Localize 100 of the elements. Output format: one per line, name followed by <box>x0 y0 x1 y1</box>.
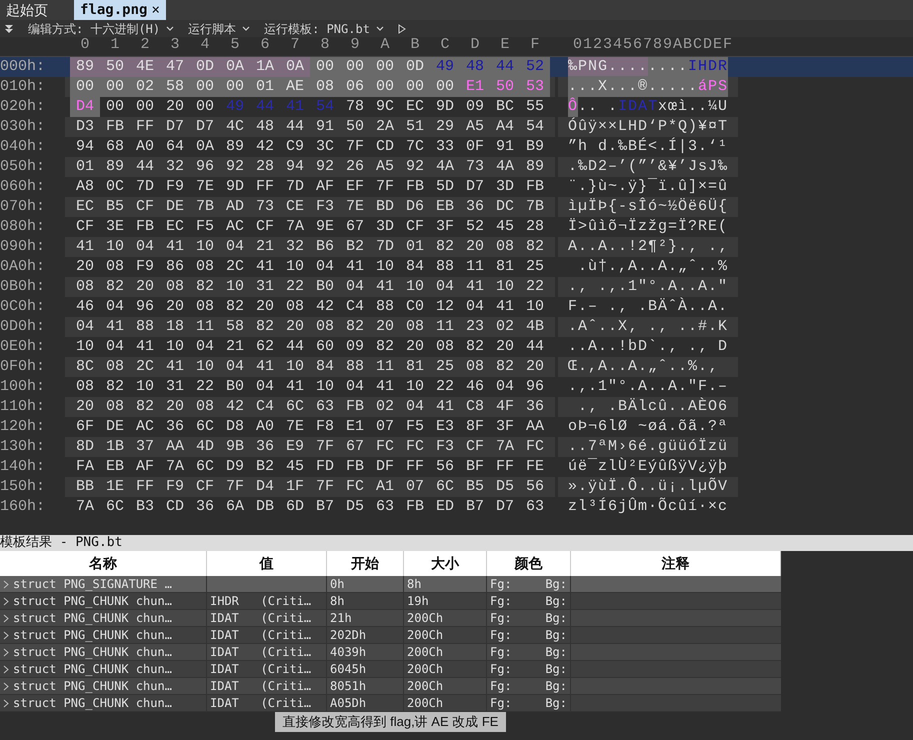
hex-byte: F3 <box>314 196 335 217</box>
hex-byte: 53 <box>524 76 545 97</box>
hex-byte: DE <box>104 416 125 437</box>
hex-byte: 44 <box>284 116 305 137</box>
table-cell-text: struct PNG_CHUNK chun… <box>13 610 172 627</box>
hex-byte: 1B <box>104 436 125 457</box>
table-row[interactable]: struct PNG_CHUNK chun… IDAT (Criti… 4039h 200Ch Fg: Bg: <box>0 644 781 661</box>
hex-byte: 41 <box>254 356 275 377</box>
tab[interactable]: 起始页 <box>0 0 54 20</box>
column-label: B <box>409 34 420 54</box>
hex-byte: 32 <box>164 156 185 177</box>
table-row[interactable]: struct PNG_CHUNK chun… IHDR (Criti… 8h 19h Fg: Bg: <box>0 593 781 610</box>
hex-byte: 04 <box>344 376 365 397</box>
hex-byte: F5 <box>404 416 425 437</box>
hex-byte: 36 <box>164 416 185 437</box>
table-cell-text: struct PNG_CHUNK chun… <box>13 644 172 661</box>
hex-byte: 4F <box>494 396 515 417</box>
hex-byte: 08 <box>74 376 95 397</box>
hex-byte: 0F <box>464 136 485 157</box>
hex-byte: 41 <box>284 96 305 117</box>
table-row[interactable]: struct PNG_SIGNATURE … 0h 8h Fg: Bg: <box>0 576 781 593</box>
hex-byte: CF <box>74 216 95 237</box>
hex-byte: 20 <box>74 396 95 417</box>
hex-byte: EB <box>434 196 455 217</box>
hex-byte: D9 <box>224 456 245 477</box>
hex-byte: 22 <box>524 276 545 297</box>
hex-byte: 8F <box>464 416 485 437</box>
hex-byte: A0 <box>134 136 155 157</box>
hex-byte: 44 <box>524 336 545 357</box>
hex-byte: 73 <box>464 156 485 177</box>
close-icon[interactable]: × <box>151 0 160 20</box>
hex-byte: 20 <box>164 296 185 317</box>
hex-byte: 00 <box>104 76 125 97</box>
table-row[interactable]: struct PNG_CHUNK chun… IDAT (Criti… A05Dh 200Ch Fg: Bg: <box>0 695 781 712</box>
hex-byte: 00 <box>134 96 155 117</box>
table-cell: 200Ch <box>407 696 444 710</box>
column-label: 0 <box>79 34 90 54</box>
hex-byte: 44 <box>494 57 515 77</box>
table-cell: 8h <box>330 594 344 608</box>
hex-byte: 56 <box>524 476 545 497</box>
hex-byte: 10 <box>404 276 425 297</box>
hex-byte: 08 <box>164 276 185 297</box>
hex-byte: 96 <box>134 296 155 317</box>
hex-byte: 92 <box>314 156 335 177</box>
hex-byte: B9 <box>524 136 545 157</box>
hex-byte: 82 <box>434 236 455 257</box>
hex-byte: C4 <box>254 396 275 417</box>
column-label: A <box>379 34 390 54</box>
table-row[interactable]: struct PNG_CHUNK chun… IDAT (Criti… 6045h 200Ch Fg: Bg: <box>0 661 781 678</box>
hex-byte: 20 <box>374 316 395 337</box>
ascii-text: .... <box>648 57 688 78</box>
hex-byte: 31 <box>164 376 185 397</box>
hex-byte: 00 <box>374 57 395 77</box>
table-cell-text: Fg: <box>490 644 512 661</box>
offset-label: 080h: <box>0 216 46 237</box>
hex-byte: 4C <box>224 116 245 137</box>
ascii-text: zl³Í6jÛm·Õcûí·×c <box>568 496 728 517</box>
hex-row[interactable]: 000h: 89 50 4E 47 0D 0A 1A 0A 00 00 00 0D 49 48 44 52 ‰PNG........IHDR <box>0 57 913 77</box>
hex-byte: 0A <box>284 57 305 77</box>
hex-byte: 08 <box>194 396 215 417</box>
table-row[interactable]: struct PNG_CHUNK chun… IDAT (Criti… 8051h 200Ch Fg: Bg: <box>0 678 781 695</box>
play-icon[interactable] <box>398 24 406 34</box>
hex-byte: 3E <box>104 216 125 237</box>
hex-byte: 41 <box>164 356 185 377</box>
ascii-text: Ô <box>568 96 578 118</box>
toolbar-dropdown[interactable]: 编辑方式: 十六进制(H) <box>28 20 174 38</box>
hex-byte: D7 <box>164 116 185 137</box>
hex-byte: 0A <box>194 136 215 157</box>
hex-byte: C9 <box>284 136 305 157</box>
hex-byte: 92 <box>404 156 425 177</box>
hex-byte: 31 <box>254 276 275 297</box>
hex-byte: 9B <box>224 436 245 457</box>
hex-byte: C4 <box>344 296 365 317</box>
hex-byte: 82 <box>104 376 125 397</box>
table-cell-text: Bg: <box>545 661 567 678</box>
collapse-icon[interactable] <box>4 24 14 34</box>
toolbar-dropdown[interactable]: 运行脚本 <box>188 20 250 38</box>
toolbar-dropdown[interactable]: 运行模板: PNG.bt <box>264 20 384 38</box>
hex-byte: 6C <box>194 456 215 477</box>
hex-byte: 10 <box>74 336 95 357</box>
hex-byte: 18 <box>164 316 185 337</box>
hex-byte: 6D <box>284 496 305 517</box>
hex-byte: 02 <box>374 396 395 417</box>
hex-byte: 29 <box>434 116 455 137</box>
hex-byte: 45 <box>284 456 305 477</box>
table-row[interactable]: struct PNG_CHUNK chun… IDAT (Criti… 202Dh 200Ch Fg: Bg: <box>0 627 781 644</box>
hex-byte: 00 <box>344 57 365 77</box>
table-cell: Bg: <box>545 576 567 593</box>
column-label: 1 <box>109 34 120 54</box>
hex-byte: 09 <box>344 336 365 357</box>
table-row[interactable]: struct PNG_CHUNK chun… IDAT (Criti… 21h 200Ch Fg: Bg: <box>0 610 781 627</box>
hex-byte: 41 <box>464 276 485 297</box>
hex-byte: 10 <box>374 256 395 277</box>
hex-byte: 44 <box>284 336 305 357</box>
hex-byte: FF <box>134 116 155 137</box>
hex-byte: 22 <box>284 276 305 297</box>
tab[interactable]: flag.png × <box>74 0 166 20</box>
ascii-text: ...X...®..... <box>568 76 698 98</box>
ascii-text: F.– .‚ .BÄˆÀ..A. <box>568 296 728 317</box>
hex-byte: FB <box>524 176 545 197</box>
